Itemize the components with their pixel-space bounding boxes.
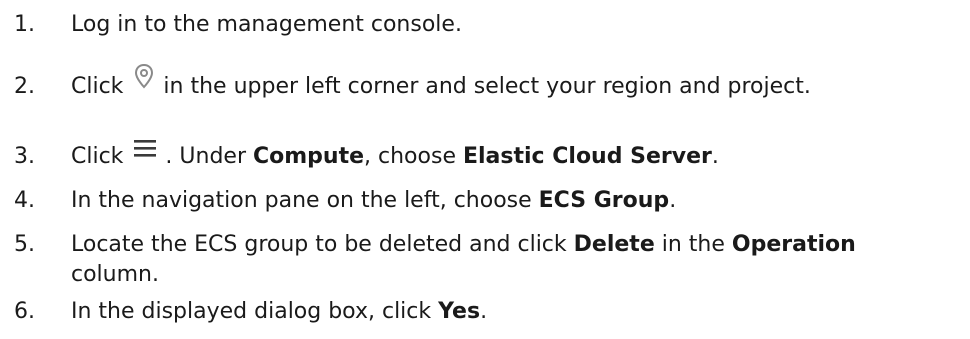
step-text: In the displayed dialog box, click Yes.: [71, 299, 488, 324]
step-number: 3.: [14, 144, 35, 169]
step-text: In the navigation pane on the left, choo…: [71, 188, 677, 213]
step-number: 2.: [14, 74, 35, 99]
step-text: Locate the ECS group to be deleted and c…: [71, 232, 856, 287]
step-number: 1.: [14, 12, 35, 37]
step-number: 4.: [14, 188, 35, 213]
step-text: Click in the upper left corner and select…: [71, 63, 970, 102]
step-number: 5.: [14, 232, 35, 257]
step-text: Log in to the management console.: [71, 12, 462, 37]
step-text: Click. Under Compute, choose Elastic Clo…: [71, 140, 970, 172]
step-number: 6.: [14, 299, 35, 324]
location-pin-icon: [133, 63, 155, 91]
procedure-steps: 1. Log in to the management console. 2. …: [0, 0, 970, 339]
hamburger-menu-icon: [133, 137, 157, 157]
